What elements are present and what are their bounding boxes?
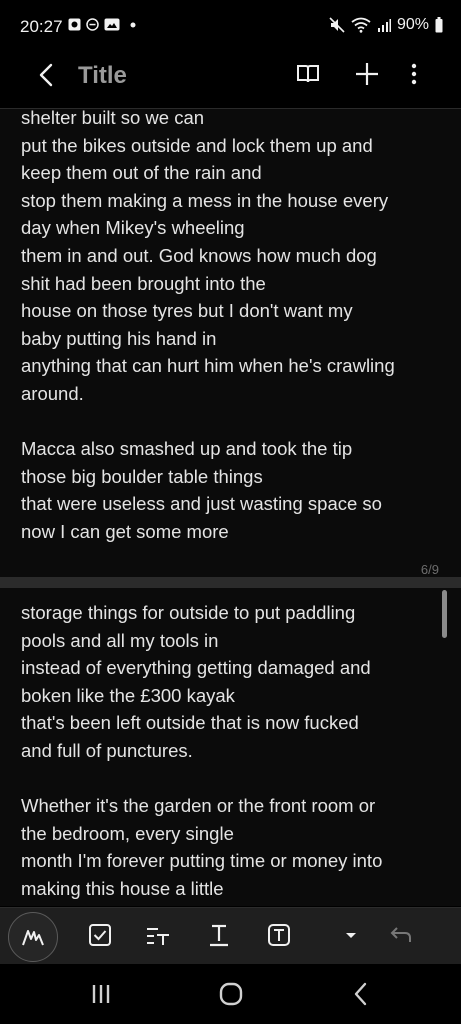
dropdown-icon [346, 933, 356, 938]
text-line[interactable]: pools and all my tools in [21, 627, 449, 655]
underline-text-button[interactable] [204, 920, 234, 950]
text-line[interactable]: now I can get some more [21, 518, 449, 546]
text-line[interactable] [21, 408, 449, 436]
do-not-disturb-icon [86, 18, 99, 31]
text-line[interactable]: storage things for outside to put paddli… [21, 599, 449, 627]
text-line[interactable]: and full of punctures. [21, 737, 449, 765]
back-nav-icon[interactable] [346, 979, 376, 1009]
checkbox-button[interactable] [85, 920, 115, 950]
text-line[interactable]: put the bikes outside and lock them up a… [21, 132, 449, 160]
note-title[interactable]: Title [78, 62, 127, 90]
text-line[interactable]: the bedroom, every single [21, 820, 449, 848]
dot-icon [130, 22, 136, 28]
text-line[interactable]: keep them out of the rain and [21, 159, 449, 187]
text-line[interactable]: stop them making a mess in the house eve… [21, 187, 449, 215]
text-line[interactable]: instead of everything getting damaged an… [21, 654, 449, 682]
back-icon[interactable] [32, 60, 62, 90]
navigation-bar [0, 964, 461, 1024]
text-box-button[interactable] [264, 920, 294, 950]
note-page[interactable]: shelter built so we can put the bikes out… [0, 109, 461, 580]
text-line[interactable]: house on those tyres but I don't want my [21, 297, 449, 325]
text-line[interactable]: making this house a little [21, 875, 449, 903]
text-box-icon [268, 924, 290, 946]
text-line[interactable]: boken like the £300 kayak [21, 682, 449, 710]
text-line[interactable]: shelter built so we can [21, 109, 449, 132]
book-icon[interactable] [294, 60, 322, 88]
mute-icon [329, 17, 345, 33]
page-separator [0, 577, 461, 588]
status-bar: 20:27 90% [0, 0, 461, 52]
pen-mode-button[interactable] [8, 912, 58, 962]
pen-mode-icon [22, 930, 44, 946]
undo-button[interactable] [385, 920, 415, 950]
text-line[interactable]: around. [21, 380, 449, 408]
editor-toolbar [0, 907, 461, 965]
note-text[interactable]: storage things for outside to put paddli… [21, 599, 449, 903]
text-line[interactable]: month I'm forever putting time or money … [21, 847, 449, 875]
battery-percent: 90% [396, 16, 429, 33]
text-line[interactable]: day when Mikey's wheeling [21, 214, 449, 242]
app-bar: Title [0, 52, 461, 108]
status-time: 20:27 [20, 17, 63, 36]
message-icon [68, 18, 81, 31]
text-line[interactable]: Macca also smashed up and took the tip [21, 435, 449, 463]
text-line[interactable]: those big boulder table things [21, 463, 449, 491]
signal-icon [377, 19, 391, 32]
text-line[interactable]: shit had been brought into the [21, 270, 449, 298]
more-icon[interactable] [400, 60, 428, 88]
dropdown-button[interactable] [336, 920, 366, 950]
gallery-icon [104, 18, 120, 31]
text-line[interactable]: them in and out. God knows how much dog [21, 242, 449, 270]
text-line[interactable]: Whether it's the garden or the front roo… [21, 792, 449, 820]
text-style-icon [147, 928, 169, 945]
undo-icon [390, 927, 411, 942]
battery-icon [435, 17, 443, 33]
text-line[interactable]: anything that can hurt him when he's cra… [21, 352, 449, 380]
note-text[interactable]: shelter built so we can put the bikes out… [21, 109, 449, 546]
recents-icon[interactable] [86, 979, 116, 1009]
underline-text-icon [210, 924, 228, 947]
note-page[interactable]: storage things for outside to put paddli… [0, 588, 461, 906]
text-line[interactable]: that were useless and just wasting space… [21, 490, 449, 518]
scrollbar[interactable] [442, 590, 447, 638]
add-icon[interactable] [353, 60, 381, 88]
text-line[interactable]: baby putting his hand in [21, 325, 449, 353]
page-number: 6/9 [420, 562, 439, 577]
text-line[interactable]: that's been left outside that is now fuc… [21, 709, 449, 737]
text-line[interactable] [21, 765, 449, 793]
checkbox-icon [89, 924, 111, 946]
home-icon[interactable] [216, 979, 246, 1009]
text-style-button[interactable] [143, 920, 173, 950]
wifi-icon [351, 17, 371, 33]
